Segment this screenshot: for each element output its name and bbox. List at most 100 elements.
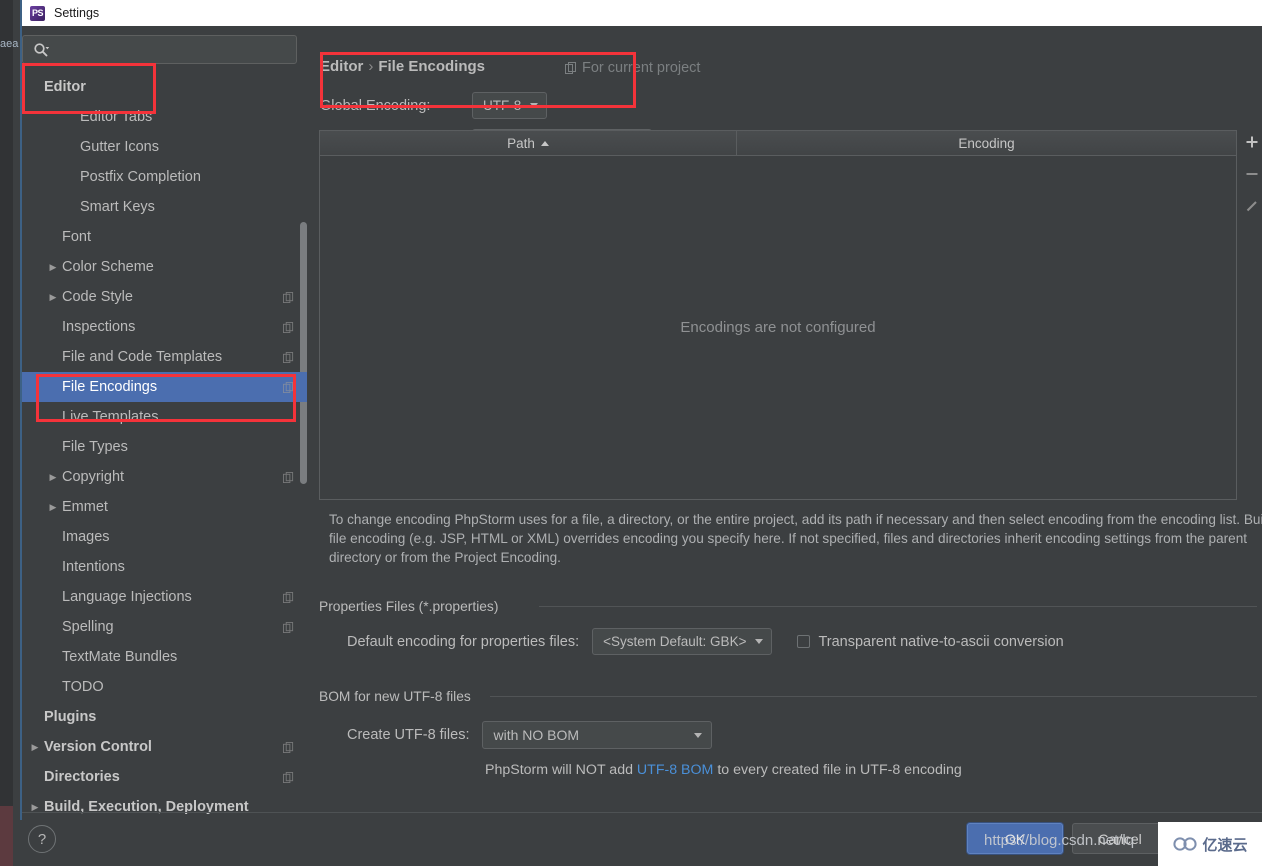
sidebar-item-file-encodings[interactable]: File Encodings xyxy=(22,372,307,402)
copy-settings-icon[interactable] xyxy=(283,291,294,303)
utf8-bom-link[interactable]: UTF-8 BOM xyxy=(637,762,713,778)
sidebar-item-label: Images xyxy=(62,529,110,545)
sidebar-item-postfix-completion[interactable]: Postfix Completion xyxy=(22,162,307,192)
default-properties-encoding-dropdown[interactable]: <System Default: GBK> xyxy=(592,628,773,655)
global-encoding-dropdown[interactable]: UTF-8 xyxy=(472,92,548,119)
settings-sidebar: Editor Editor Tabs Gutter Icons Postfix Com… xyxy=(22,26,307,815)
transparent-native-to-ascii-checkbox[interactable]: Transparent native-to-ascii conversion xyxy=(797,633,1064,650)
copy-settings-icon[interactable] xyxy=(283,741,294,753)
window-title: Settings xyxy=(54,6,100,20)
sidebar-item-file-types[interactable]: File Types xyxy=(22,432,307,462)
watermark-logo: 亿速云 xyxy=(1158,822,1262,866)
table-header-row: Path Encoding xyxy=(320,131,1236,156)
cloud-logo-icon xyxy=(1173,837,1198,851)
copy-settings-icon[interactable] xyxy=(283,621,294,633)
watermark-logo-text: 亿速云 xyxy=(1202,836,1248,854)
chevron-right-icon[interactable]: ▶ xyxy=(24,802,46,813)
default-properties-encoding-row: Default encoding for properties files: <… xyxy=(347,628,1064,655)
global-encoding-row: Global Encoding: UTF-8 xyxy=(320,92,548,119)
global-encoding-label: Global Encoding: xyxy=(320,97,431,114)
sidebar-item-todo[interactable]: TODO xyxy=(22,672,307,702)
copy-settings-icon[interactable] xyxy=(283,771,294,783)
sidebar-item-label: Editor Tabs xyxy=(80,109,153,125)
sidebar-item-version-control[interactable]: ▶ Version Control xyxy=(22,732,307,762)
encodings-table: Path Encoding Encodings are not configur… xyxy=(319,130,1237,500)
sidebar-item-label: File Types xyxy=(62,439,128,455)
sidebar-item-plugins[interactable]: Plugins xyxy=(22,702,307,732)
chevron-right-icon[interactable]: ▶ xyxy=(42,292,64,303)
sidebar-item-inspections[interactable]: Inspections xyxy=(22,312,307,342)
default-properties-encoding-label: Default encoding for properties files: xyxy=(347,633,580,650)
sidebar-item-label: Version Control xyxy=(44,739,152,755)
chevron-right-icon[interactable]: ▶ xyxy=(42,472,64,483)
search-input[interactable] xyxy=(50,42,296,57)
screenshot-root: aea PS Settings Editor Editor Tabs Gutter … xyxy=(0,0,1262,866)
settings-tree: Editor Editor Tabs Gutter Icons Postfix Com… xyxy=(22,72,307,815)
sidebar-item-label: Editor xyxy=(44,79,86,95)
settings-content-panel: Editor › File Encodings For current projec… xyxy=(307,26,1262,812)
background-gutter-letters: aea xyxy=(0,38,19,50)
sidebar-item-language-injections[interactable]: Language Injections xyxy=(22,582,307,612)
copy-settings-icon[interactable] xyxy=(283,591,294,603)
table-toolbar xyxy=(1241,130,1262,250)
create-utf8-files-dropdown[interactable]: with NO BOM xyxy=(482,721,713,749)
sidebar-item-spelling[interactable]: Spelling xyxy=(22,612,307,642)
remove-icon[interactable] xyxy=(1243,165,1261,183)
chevron-down-icon xyxy=(755,639,764,644)
table-body[interactable]: Encodings are not configured xyxy=(320,156,1236,499)
chevron-right-icon[interactable]: ▶ xyxy=(42,502,64,513)
chevron-right-icon[interactable]: ▶ xyxy=(42,262,64,273)
table-header-path[interactable]: Path xyxy=(320,131,737,155)
sidebar-item-intentions[interactable]: Intentions xyxy=(22,552,307,582)
copy-settings-icon[interactable] xyxy=(283,351,294,363)
sidebar-item-copyright[interactable]: ▶ Copyright xyxy=(22,462,307,492)
sidebar-item-images[interactable]: Images xyxy=(22,522,307,552)
copy-settings-icon[interactable] xyxy=(283,321,294,333)
sidebar-item-label: TextMate Bundles xyxy=(62,649,178,665)
breadcrumb-separator: › xyxy=(368,58,374,75)
phpstorm-icon: PS xyxy=(30,5,45,21)
sidebar-item-label: Plugins xyxy=(44,709,97,725)
create-utf8-files-value: with NO BOM xyxy=(493,727,580,743)
sidebar-item-font[interactable]: Font xyxy=(22,222,307,252)
sidebar-item-file-and-code-templates[interactable]: File and Code Templates xyxy=(22,342,307,372)
sidebar-item-build-execution-deployment[interactable]: ▶ Build, Execution, Deployment xyxy=(22,792,307,822)
sidebar-item-label: Live Templates xyxy=(62,409,159,425)
default-properties-encoding-value: <System Default: GBK> xyxy=(603,634,747,649)
sidebar-item-live-templates[interactable]: Live Templates xyxy=(22,402,307,432)
sidebar-item-directories[interactable]: Directories xyxy=(22,762,307,792)
sidebar-item-textmate-bundles[interactable]: TextMate Bundles xyxy=(22,642,307,672)
sidebar-item-label: Code Style xyxy=(62,289,133,305)
copy-settings-icon[interactable] xyxy=(283,471,294,483)
background-gutter xyxy=(0,0,13,806)
settings-dialog: Editor Editor Tabs Gutter Icons Postfix Com… xyxy=(22,26,1262,866)
breadcrumb-root[interactable]: Editor xyxy=(320,58,363,75)
sidebar-item-code-style[interactable]: ▶ Code Style xyxy=(22,282,307,312)
sidebar-item-smart-keys[interactable]: Smart Keys xyxy=(22,192,307,222)
transparent-native-to-ascii-label: Transparent native-to-ascii conversion xyxy=(818,633,1064,650)
global-encoding-value: UTF-8 xyxy=(483,98,522,113)
table-header-encoding[interactable]: Encoding xyxy=(737,131,1236,155)
copy-settings-icon[interactable] xyxy=(283,381,294,393)
ok-button[interactable]: OK xyxy=(967,823,1063,854)
search-box[interactable] xyxy=(22,35,297,64)
bom-group-divider xyxy=(490,696,1257,697)
sidebar-item-gutter-icons[interactable]: Gutter Icons xyxy=(22,132,307,162)
sidebar-item-label: Inspections xyxy=(62,319,136,335)
sidebar-item-color-scheme[interactable]: ▶ Color Scheme xyxy=(22,252,307,282)
help-button[interactable]: ? xyxy=(28,825,56,853)
add-icon[interactable] xyxy=(1243,133,1261,151)
cancel-button[interactable]: Cancel xyxy=(1072,823,1168,854)
sidebar-item-editor[interactable]: Editor xyxy=(22,72,307,102)
search-icon xyxy=(34,42,50,56)
bom-group-title: BOM for new UTF-8 files xyxy=(319,689,478,704)
sidebar-item-emmet[interactable]: ▶ Emmet xyxy=(22,492,307,522)
edit-icon[interactable] xyxy=(1243,197,1261,215)
background-ide-strip: aea xyxy=(0,0,22,866)
sidebar-item-editor-tabs[interactable]: Editor Tabs xyxy=(22,102,307,132)
bom-note-prefix: PhpStorm will NOT add xyxy=(485,762,637,778)
chevron-right-icon[interactable]: ▶ xyxy=(24,742,46,753)
checkbox-box xyxy=(797,635,811,648)
breadcrumb-leaf: File Encodings xyxy=(378,58,486,75)
properties-group-title: Properties Files (*.properties) xyxy=(319,599,506,614)
